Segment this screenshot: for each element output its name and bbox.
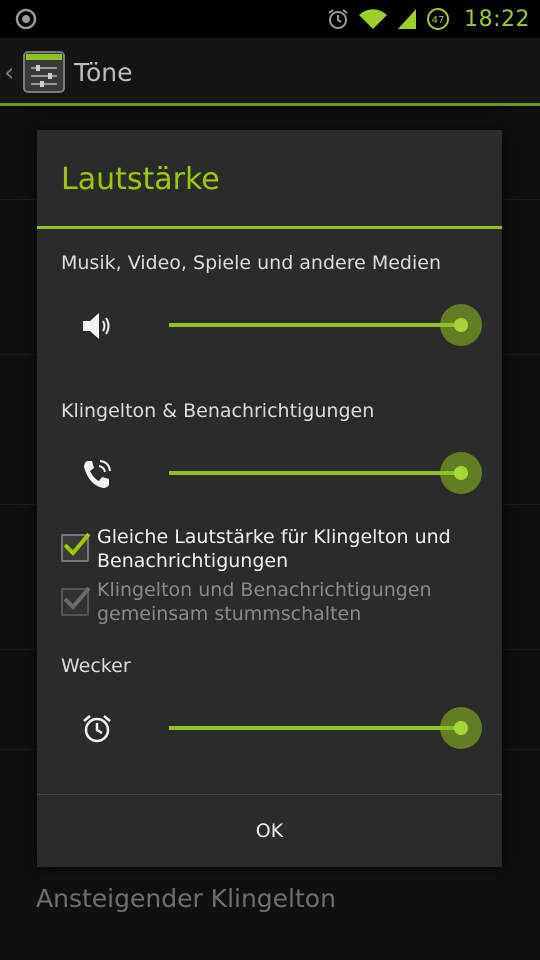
alarm-clock-icon — [83, 715, 111, 743]
battery-icon: 47 — [427, 8, 450, 30]
slider-track — [169, 471, 461, 475]
same-volume-checkbox[interactable] — [61, 532, 91, 562]
wifi-icon — [359, 9, 388, 29]
alarm-volume-slider[interactable] — [169, 703, 489, 753]
clock: 18:22 — [464, 6, 530, 32]
alarm-icon — [328, 9, 348, 29]
dialog-title-divider — [37, 226, 502, 229]
slider-thumb[interactable] — [440, 304, 482, 346]
status-icons: 47 18:22 — [326, 4, 530, 34]
slider-thumb[interactable] — [440, 707, 482, 749]
speaker-icon — [83, 313, 110, 339]
slider-track — [169, 726, 461, 730]
screen: 47 18:22 ‹ Töne Ansteigender Klingelton … — [0, 0, 540, 960]
slider-thumb[interactable] — [440, 452, 482, 494]
checkmark-icon — [63, 586, 91, 610]
ringtone-volume-row — [37, 448, 502, 498]
mute-together-checkbox — [61, 586, 91, 616]
list-item-rising-ringtone[interactable]: Ansteigender Klingelton — [36, 884, 336, 913]
ok-button[interactable]: OK — [37, 795, 502, 867]
notification-icon — [15, 8, 37, 30]
checkmark-icon — [63, 532, 91, 556]
action-bar-divider — [0, 103, 540, 106]
media-volume-label: Musik, Video, Spiele und andere Medien — [61, 252, 441, 274]
battery-level: 47 — [432, 15, 445, 26]
media-volume-row — [37, 300, 502, 350]
mute-together-label: Klingelton und Benachrichtigungen gemein… — [97, 579, 432, 625]
slider-track — [169, 323, 461, 327]
same-volume-label: Gleiche Lautstärke für Klingelton und Be… — [97, 526, 451, 572]
settings-equalizer-icon[interactable] — [22, 50, 66, 94]
alarm-volume-row — [37, 703, 502, 753]
volume-dialog: Lautstärke Musik, Video, Spiele und ande… — [37, 130, 502, 867]
status-bar: 47 18:22 — [0, 0, 540, 38]
ringtone-volume-label: Klingelton & Benachrichtigungen — [61, 400, 375, 422]
signal-icon — [398, 9, 417, 29]
phone-ring-icon — [84, 460, 111, 488]
media-volume-slider[interactable] — [169, 300, 489, 350]
action-bar: ‹ Töne — [0, 38, 540, 106]
ringtone-volume-slider[interactable] — [169, 448, 489, 498]
alarm-volume-label: Wecker — [61, 655, 131, 677]
dialog-title: Lautstärke — [61, 162, 220, 197]
back-chevron-icon[interactable]: ‹ — [4, 60, 14, 86]
page-title: Töne — [74, 58, 133, 87]
